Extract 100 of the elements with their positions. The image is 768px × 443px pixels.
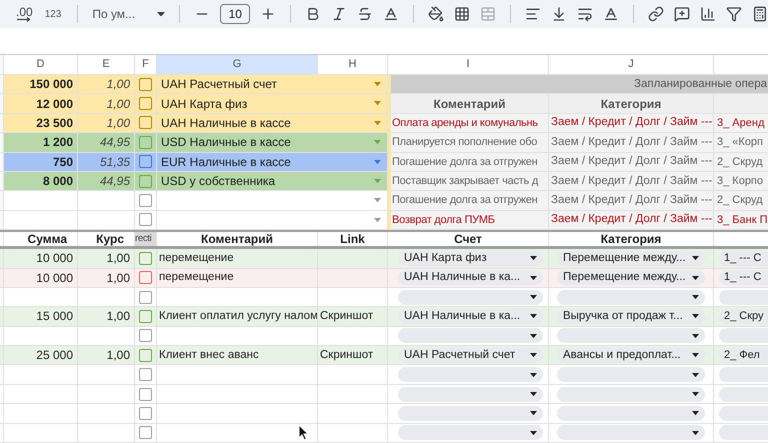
checkbox[interactable] bbox=[139, 194, 152, 208]
account-dropdown[interactable] bbox=[157, 210, 388, 230]
checkbox[interactable] bbox=[139, 155, 152, 168]
comment-cell: Погашение долга за отгружен bbox=[391, 191, 549, 211]
column-header[interactable]: H bbox=[318, 55, 388, 75]
account-dropdown[interactable]: EUR Наличные в кассе bbox=[157, 152, 388, 172]
dropdown-caret-icon bbox=[530, 411, 537, 416]
dropdown-caret-icon bbox=[692, 411, 699, 416]
amount-cell: 8 000 bbox=[4, 172, 78, 192]
dropdown-caret-icon bbox=[692, 334, 699, 338]
checkbox[interactable] bbox=[139, 290, 152, 304]
text-color-icon[interactable] bbox=[383, 6, 400, 22]
checkbox[interactable] bbox=[139, 213, 152, 226]
column-header[interactable]: J bbox=[549, 55, 714, 75]
dropdown-caret-icon bbox=[374, 140, 381, 144]
checkbox[interactable] bbox=[139, 388, 152, 401]
dropdown-chip[interactable]: UAH Карта физ bbox=[398, 250, 543, 266]
dropdown-chip[interactable]: Выручка от продаж т... bbox=[557, 308, 705, 324]
chart-icon[interactable] bbox=[700, 6, 716, 22]
increase-decimal-button[interactable]: .00 bbox=[16, 6, 33, 22]
font-size-field[interactable]: 10 bbox=[220, 4, 250, 24]
dropdown-chip[interactable]: UAH Наличные в ка... bbox=[398, 308, 543, 324]
number-format-button[interactable]: 123 bbox=[42, 6, 64, 22]
strikethrough-icon[interactable] bbox=[357, 6, 374, 22]
category-cell: Заем / Кредит / Долг / Займ --- bbox=[549, 133, 714, 153]
dropdown-caret-icon bbox=[530, 372, 537, 377]
dropdown-caret-icon bbox=[530, 430, 537, 435]
font-dropdown[interactable]: По ум... bbox=[92, 5, 166, 23]
link-cell: Скриншот bbox=[318, 346, 388, 366]
rate-cell: 1,00 bbox=[78, 268, 135, 288]
amount-cell: 23 500 bbox=[4, 114, 78, 134]
dropdown-caret-icon bbox=[692, 372, 699, 377]
comment-icon[interactable] bbox=[674, 6, 690, 22]
dropdown-chip[interactable]: UAH Расчетный счет bbox=[398, 348, 543, 363]
dropdown-caret-icon bbox=[530, 392, 537, 396]
column-header[interactable]: E bbox=[78, 55, 135, 75]
dropdown-caret-icon bbox=[530, 353, 537, 358]
account-dropdown[interactable]: USD Наличные в кассе bbox=[157, 133, 388, 153]
dropdown-chip[interactable]: 2_ Фел bbox=[719, 348, 768, 363]
dropdown-chip[interactable]: Перемещение между... bbox=[557, 270, 705, 286]
dropdown-chip[interactable]: 1_ --- C bbox=[719, 250, 768, 266]
column-header[interactable]: G bbox=[157, 55, 318, 75]
checkbox[interactable] bbox=[139, 348, 152, 362]
comment-cell: Поставщик закрывает часть д bbox=[391, 172, 549, 192]
rate-cell: 1,00 bbox=[78, 75, 135, 94]
checkbox[interactable] bbox=[139, 136, 152, 149]
dropdown-caret-icon bbox=[692, 295, 699, 300]
dropdown-caret-icon bbox=[374, 160, 381, 164]
dropdown-chip[interactable]: 2_ Скру bbox=[719, 308, 768, 324]
column-header[interactable]: D bbox=[4, 55, 78, 75]
account-dropdown[interactable]: UAH Карта физ bbox=[157, 94, 388, 114]
italic-icon[interactable] bbox=[331, 6, 348, 22]
column-header[interactable]: F bbox=[135, 55, 157, 75]
comment-cell: Клиент внес аванс bbox=[157, 346, 318, 366]
dropdown-caret-icon bbox=[692, 430, 699, 435]
dropdown-caret-icon bbox=[530, 334, 537, 338]
align-icon[interactable] bbox=[525, 6, 542, 22]
dropdown-chip[interactable]: Перемещение между... bbox=[557, 250, 705, 266]
checkbox[interactable] bbox=[139, 271, 152, 284]
link-cell: Скриншот bbox=[318, 307, 388, 327]
rate-cell: 44,95 bbox=[78, 133, 135, 153]
amount-cell: 750 bbox=[4, 152, 78, 172]
column-header[interactable]: I bbox=[388, 55, 549, 75]
filter-icon[interactable] bbox=[726, 6, 742, 22]
checkbox[interactable] bbox=[139, 310, 152, 323]
dropdown-chip[interactable]: Авансы и предоплат... bbox=[557, 348, 705, 363]
checkbox[interactable] bbox=[139, 116, 152, 130]
functions-icon[interactable] bbox=[752, 6, 768, 22]
checkbox[interactable] bbox=[139, 252, 152, 265]
checkbox[interactable] bbox=[139, 174, 152, 188]
rate-cell: 1,00 bbox=[78, 94, 135, 114]
link-icon[interactable] bbox=[648, 6, 664, 22]
rate-cell: 1,00 bbox=[78, 114, 135, 134]
checkbox[interactable] bbox=[139, 406, 152, 420]
account-dropdown[interactable]: UAH Расчетный счет bbox=[157, 75, 388, 94]
checkbox[interactable] bbox=[139, 368, 152, 382]
rate-cell: 1,00 bbox=[78, 346, 135, 366]
column-title: Категория bbox=[549, 232, 714, 246]
account-dropdown[interactable]: UAH Наличные в кассе bbox=[157, 114, 388, 134]
account-dropdown[interactable]: USD у собственника bbox=[157, 172, 388, 192]
amount-cell: 10 000 bbox=[4, 268, 78, 288]
amount-cell: 15 000 bbox=[4, 307, 78, 327]
column-title: Сумма bbox=[4, 232, 78, 246]
account-cell: 2_ Скруд bbox=[714, 191, 768, 211]
account-cell: 3_ Корпо bbox=[714, 172, 768, 192]
dropdown-caret-icon bbox=[374, 179, 381, 184]
checkbox[interactable] bbox=[139, 78, 152, 91]
checkbox[interactable] bbox=[139, 426, 152, 440]
borders-icon[interactable] bbox=[454, 6, 470, 22]
dropdown-chip[interactable]: 1_ --- C bbox=[719, 270, 768, 286]
rate-cell: 44,95 bbox=[78, 172, 135, 192]
checkbox[interactable] bbox=[139, 97, 152, 110]
text-rotation-icon[interactable] bbox=[603, 6, 620, 22]
dropdown-chip[interactable]: UAH Наличные в ка... bbox=[398, 270, 543, 286]
account-cell: 3_ «Корп bbox=[714, 133, 768, 153]
fill-color-icon[interactable] bbox=[428, 6, 444, 22]
checkbox[interactable] bbox=[139, 329, 152, 342]
category-cell: Заем / Кредит / Долг / Займ --- bbox=[549, 191, 714, 211]
column-title: Категория bbox=[549, 94, 714, 114]
wrap-icon[interactable] bbox=[577, 6, 594, 22]
